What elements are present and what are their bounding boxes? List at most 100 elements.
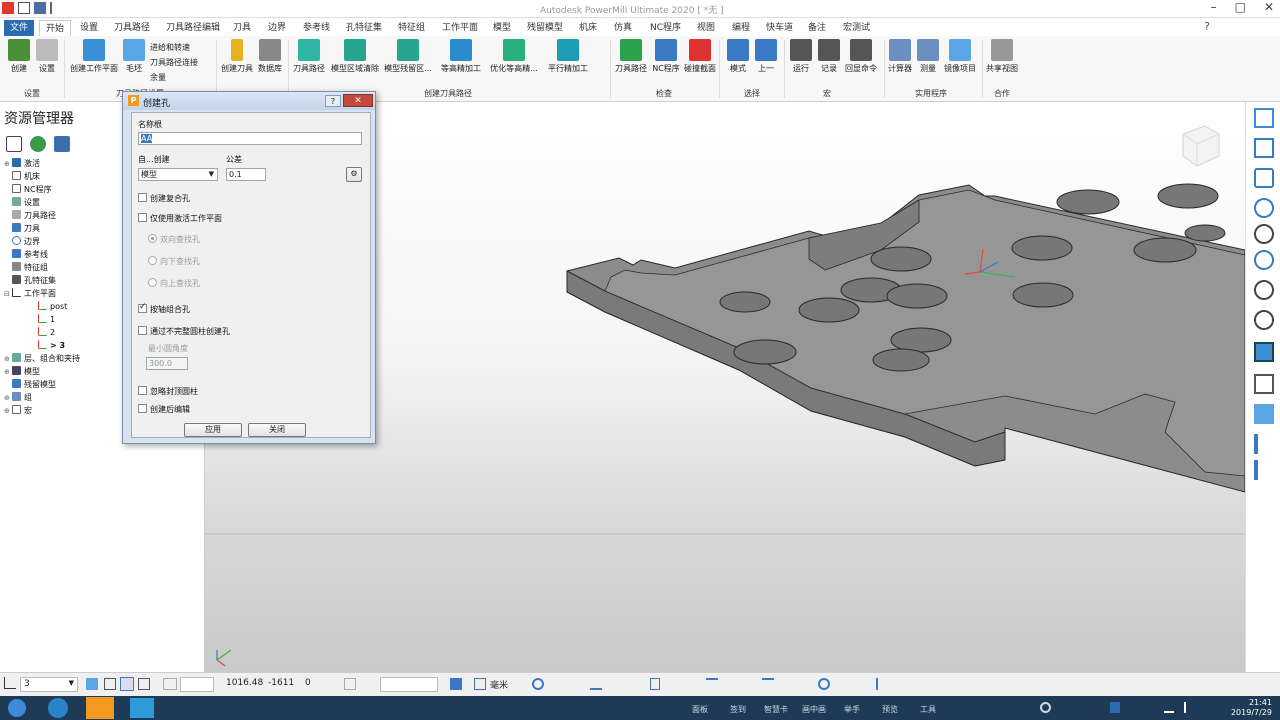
tolerance-input[interactable]: 0.1 (226, 168, 266, 181)
view-cube-icon[interactable] (1254, 168, 1274, 188)
opt-constant-z-button[interactable]: 优化等高精... (488, 39, 540, 74)
database-button[interactable]: 数据库 (256, 39, 284, 74)
tool-status-icon[interactable] (650, 678, 660, 690)
check-icon[interactable] (876, 678, 888, 690)
taskbar-item[interactable]: 面板 (692, 704, 708, 715)
snap-icon[interactable] (86, 678, 98, 690)
app-logo-icon[interactable] (2, 2, 14, 14)
app-taskbar-icon[interactable] (130, 698, 154, 718)
tree-item-model[interactable]: ⊕ 模型 (4, 365, 40, 378)
ignore-capped-checkbox[interactable] (138, 386, 147, 395)
mirror-button[interactable]: 镜像项目 (942, 39, 978, 74)
wireframe-icon[interactable] (1254, 374, 1274, 394)
tab-pattern[interactable]: 参考线 (297, 20, 336, 36)
share-view-button[interactable]: 共享视图 (984, 39, 1020, 74)
rotate-icon[interactable] (1254, 250, 1274, 270)
tree-icon[interactable] (6, 136, 22, 152)
undo-icon[interactable] (50, 2, 62, 14)
tree-item-active[interactable]: ⊕ 激活 (4, 157, 40, 170)
close-button[interactable]: 关闭 (248, 423, 306, 437)
start-icon[interactable] (8, 699, 26, 717)
dialog-close-button[interactable]: ✕ (343, 94, 373, 107)
tab-features[interactable]: 特征组 (392, 20, 431, 36)
calc-icon[interactable] (450, 678, 462, 690)
toolpath-button[interactable]: 刀具路径 (291, 39, 327, 74)
tab-nc[interactable]: NC程序 (644, 20, 687, 36)
powermill-taskbar-icon[interactable] (86, 697, 114, 719)
raster-finish-button[interactable]: 平行精加工 (544, 39, 592, 74)
tool-axis-up-icon[interactable] (762, 678, 774, 690)
run-button[interactable]: 运行 (788, 39, 814, 74)
taskbar-item[interactable]: 智慧卡 (764, 704, 788, 715)
status-input[interactable] (380, 677, 438, 692)
zoom-out-icon[interactable] (1254, 310, 1274, 330)
zoom-icon[interactable] (1254, 224, 1274, 244)
view-iso-icon[interactable] (1254, 108, 1274, 128)
coord-mode-field[interactable] (180, 677, 214, 692)
workplane-select[interactable]: 3 ▼ (20, 677, 78, 692)
tab-tool[interactable]: 刀具 (227, 20, 257, 36)
close-icon[interactable]: ✕ (1264, 0, 1274, 14)
create-tool-button[interactable]: 创建刀具 (220, 39, 254, 74)
tab-stock-model[interactable]: 残留模型 (521, 20, 569, 36)
grid-icon[interactable] (104, 678, 116, 690)
min-angle-input[interactable]: 300.0 (146, 357, 188, 370)
open-icon[interactable] (18, 2, 30, 14)
tab-file[interactable]: 文件 (4, 20, 34, 36)
record-button[interactable]: 记录 (816, 39, 842, 74)
select-previous-icon[interactable] (1254, 460, 1274, 480)
tab-home[interactable]: 开始 (39, 20, 72, 36)
taskbar-item[interactable]: 工具 (920, 704, 936, 715)
thickness-button[interactable]: 余量 (150, 72, 166, 83)
tree-item-features[interactable]: 特征组 (12, 261, 48, 274)
tab-toolpath-edit[interactable]: 刀具路径编辑 (160, 20, 226, 36)
tab-macro-test[interactable]: 宏测试 (837, 20, 876, 36)
tree-item-stock-model[interactable]: 残留模型 (12, 378, 56, 391)
compound-hole-checkbox[interactable] (138, 193, 147, 202)
calculator-button[interactable]: 计算器 (886, 39, 914, 74)
incomplete-cylinder-checkbox[interactable] (138, 326, 147, 335)
settings-button[interactable]: 设置 (34, 39, 60, 74)
tree-item-group[interactable]: ⊕ 组 (4, 391, 32, 404)
shaded-icon[interactable] (1254, 342, 1274, 362)
tree-item-boundary[interactable]: 边界 (12, 235, 40, 248)
help-button[interactable]: ? (325, 95, 341, 107)
measure-button[interactable]: 测量 (916, 39, 940, 74)
collision-section-button[interactable]: 碰撞截面 (683, 39, 717, 74)
tab-setup[interactable]: 设置 (74, 20, 104, 36)
tolerance-settings-button[interactable]: ⚙ (346, 167, 362, 182)
maximize-icon[interactable]: □ (1235, 0, 1246, 14)
browser-icon[interactable] (48, 698, 68, 718)
tree-item-nc[interactable]: NC程序 (12, 183, 52, 196)
tree-item-workplane[interactable]: ⊟ 工作平面 (4, 287, 56, 300)
tab-fastlane[interactable]: 快车道 (760, 20, 799, 36)
apply-button[interactable]: 应用 (184, 423, 242, 437)
align-icon[interactable] (590, 678, 602, 690)
tree-item-holes[interactable]: 孔特征集 (12, 274, 56, 287)
tree-item-setup[interactable]: 设置 (12, 196, 40, 209)
select-icon[interactable] (1254, 434, 1274, 454)
tab-simulation[interactable]: 仿真 (608, 20, 638, 36)
zoom-box-icon[interactable] (1254, 280, 1274, 300)
search-up-radio[interactable] (148, 278, 157, 287)
no-symbol-icon[interactable] (818, 678, 830, 690)
mode-button[interactable]: 模式 (724, 39, 752, 74)
tree-item-wp-3[interactable]: > 3 (38, 339, 65, 352)
ortho-icon[interactable] (120, 677, 134, 691)
create-from-select[interactable]: 模型 ▼ (138, 168, 218, 181)
minimize-icon[interactable]: – (1211, 0, 1217, 14)
taskbar-item[interactable]: 画中画 (802, 704, 826, 715)
target-icon[interactable] (532, 678, 544, 690)
toolpath-connect-button[interactable]: 刀具路径连接 (150, 57, 198, 68)
tab-machine[interactable]: 机床 (573, 20, 603, 36)
taskbar-item[interactable]: 预览 (882, 704, 898, 715)
name-input[interactable]: AA (138, 132, 362, 145)
constant-z-button[interactable]: 等高精加工 (438, 39, 484, 74)
tool-axis-icon[interactable] (706, 678, 718, 690)
save-icon[interactable] (34, 2, 46, 14)
tree-item-toolpath[interactable]: 刀具路径 (12, 209, 56, 222)
lock-icon[interactable] (138, 678, 150, 690)
active-workplane-checkbox[interactable] (138, 213, 147, 222)
refresh-icon[interactable] (1254, 198, 1274, 218)
tab-model[interactable]: 模型 (487, 20, 517, 36)
